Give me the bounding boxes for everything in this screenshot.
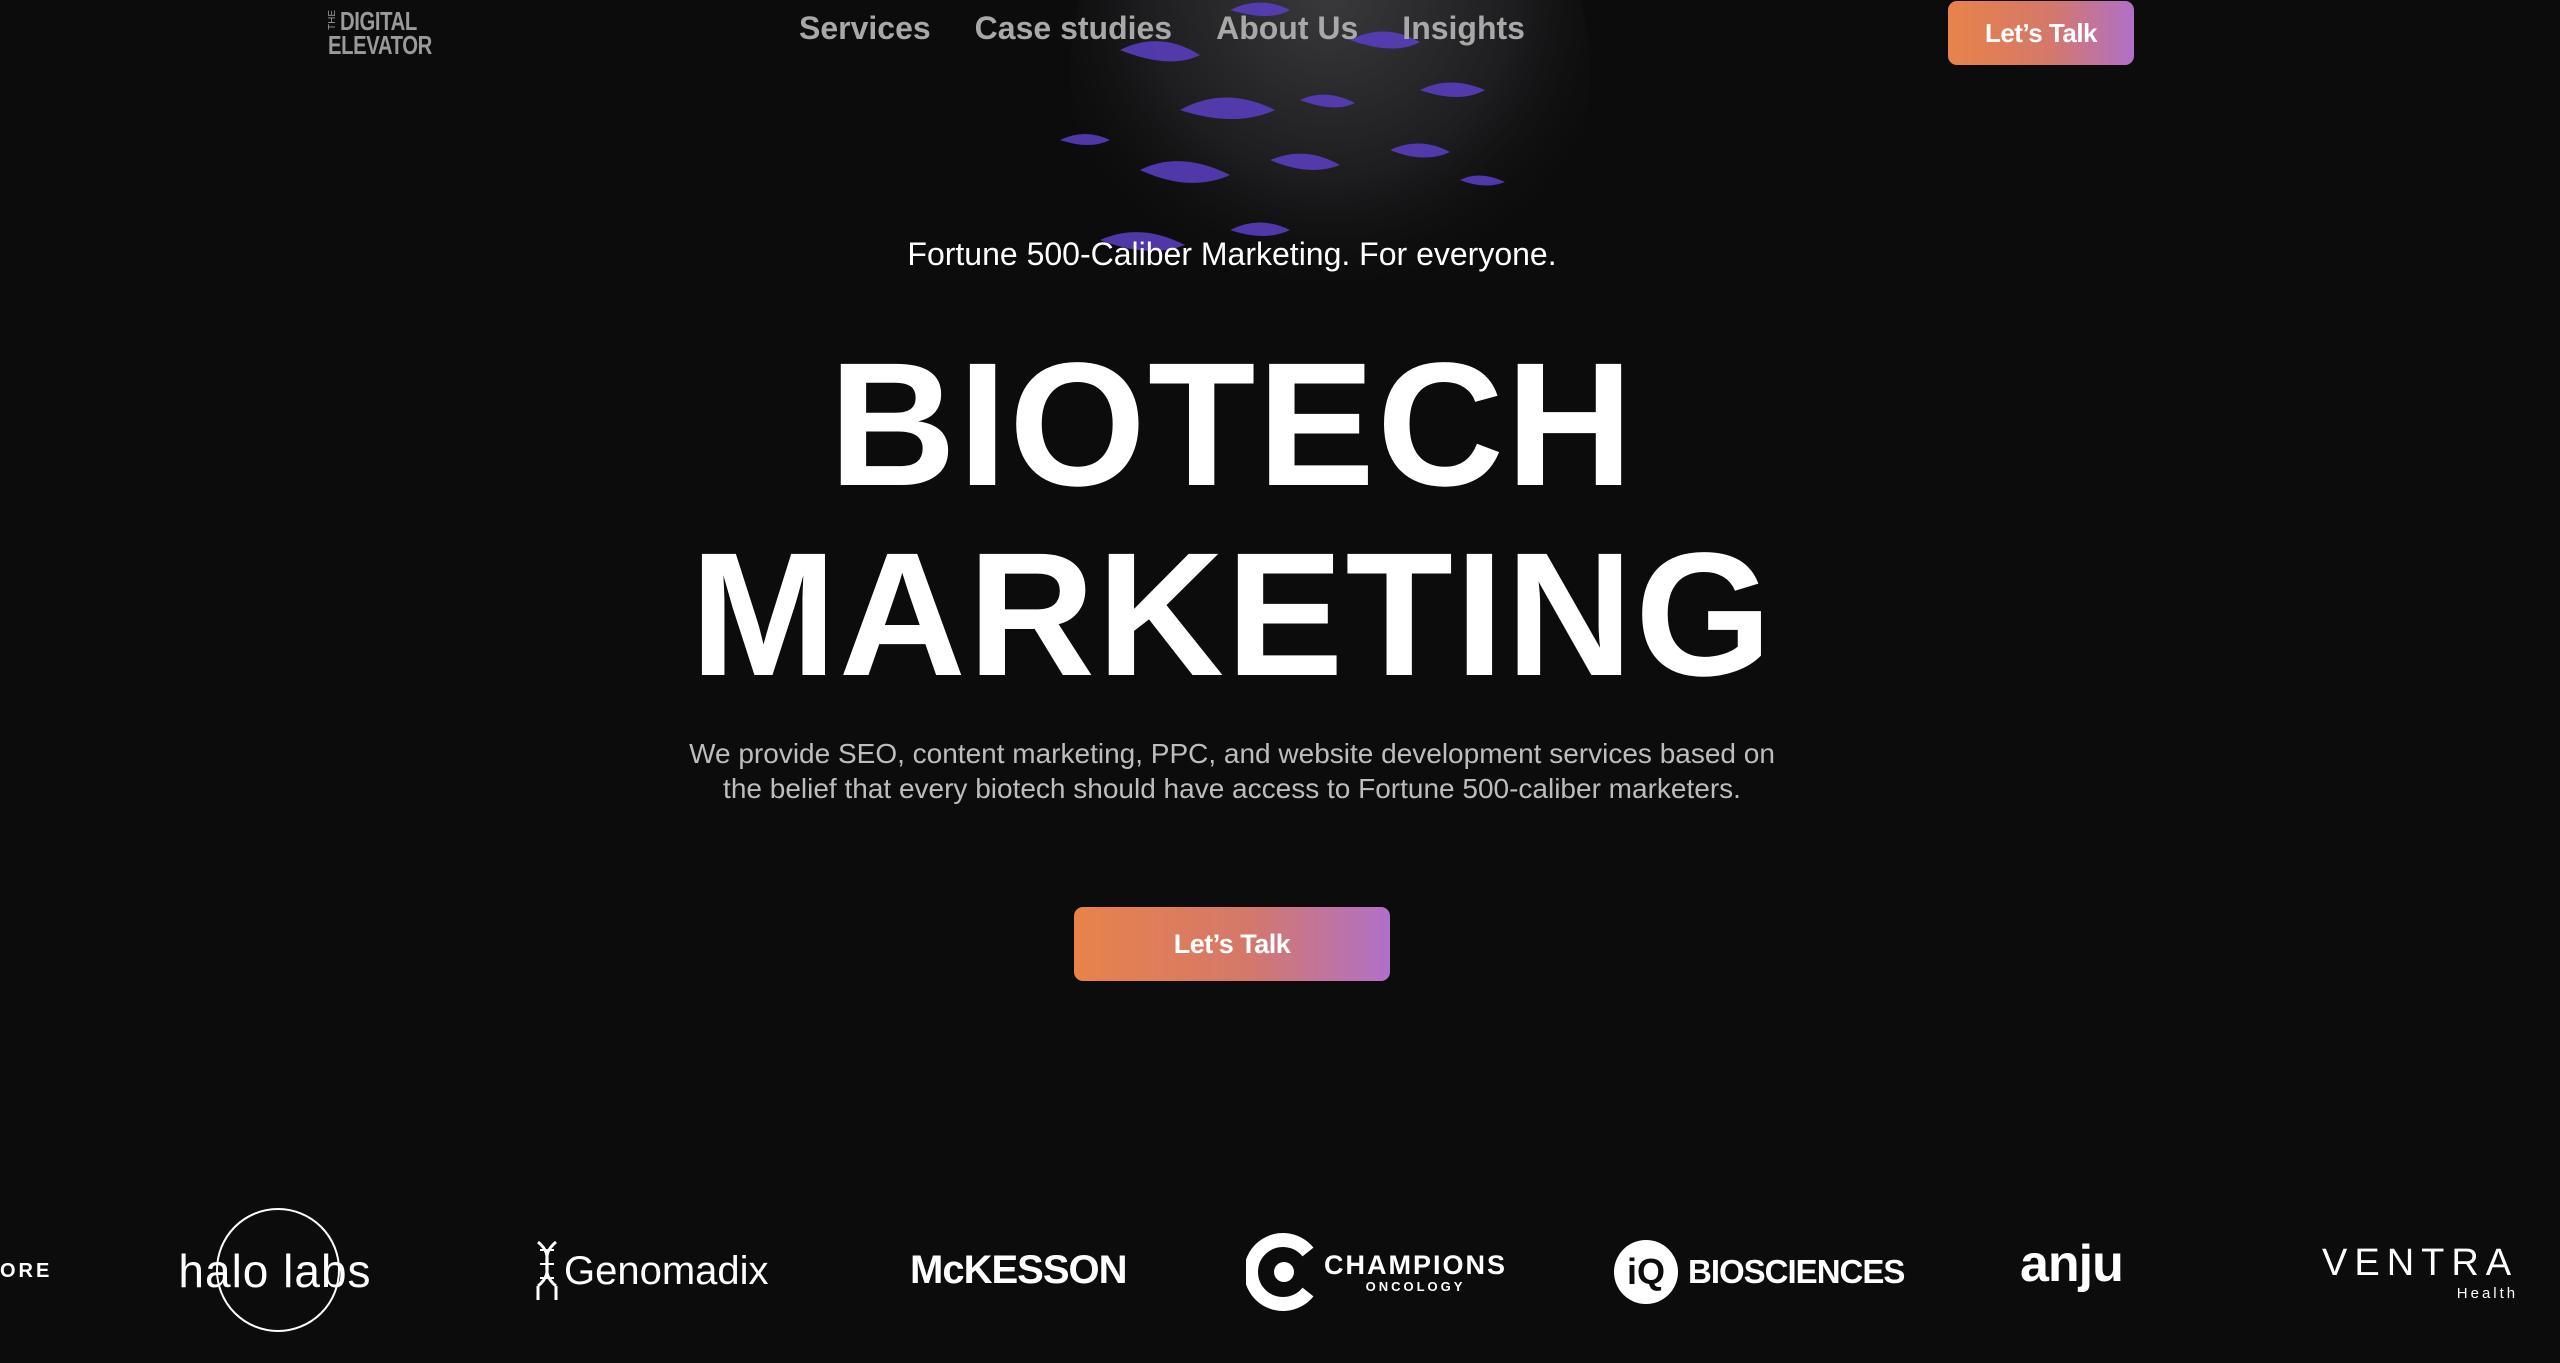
client-logo-partial: ORE	[0, 1260, 53, 1282]
hero-tagline: Fortune 500-Caliber Marketing. For every…	[907, 236, 1557, 272]
client-logo-champions-oncology: CHAMPIONS ONCOLOGY	[1246, 1232, 1507, 1312]
nav-insights[interactable]: Insights	[1402, 10, 1525, 47]
nav-about-us[interactable]: About Us	[1216, 10, 1358, 47]
headline-line-2: MARKETING	[690, 517, 1774, 713]
logo-the: THE	[327, 10, 338, 30]
champions-text: CHAMPIONS ONCOLOGY	[1324, 1250, 1507, 1294]
hero-sculpture-image	[1000, 0, 1680, 380]
hero-description: We provide SEO, content marketing, PPC, …	[689, 738, 1775, 804]
halo-labs-text: halo labs	[178, 1245, 372, 1297]
site-logo[interactable]: THEDIGITAL ELEVATOR	[327, 8, 461, 60]
iq-biosciences-text: BIOSCIENCES	[1688, 1253, 1905, 1290]
client-logo-anju: anju	[2020, 1235, 2124, 1293]
client-logo-mckesson: McKESSON	[910, 1248, 1127, 1292]
client-logo-ventra-health: VENTRA Health	[2322, 1242, 2518, 1302]
champions-sub-text: ONCOLOGY	[1365, 1279, 1466, 1294]
client-logo-genomadix: Genomadix	[530, 1240, 769, 1302]
client-logo-iq-biosciences: iQ BIOSCIENCES	[1614, 1240, 1905, 1304]
iq-badge-icon: iQ	[1614, 1240, 1678, 1304]
main-nav: Services Case studies About Us Insights	[799, 10, 1525, 47]
hero-headline: BIOTECH MARKETING	[0, 330, 2464, 710]
genomadix-text: Genomadix	[564, 1248, 769, 1293]
hero-lets-talk-button[interactable]: Let’s Talk	[1074, 907, 1390, 981]
ventra-main-text: VENTRA	[2322, 1242, 2519, 1284]
ventra-sub-text: Health	[2456, 1285, 2519, 1302]
nav-services[interactable]: Services	[799, 10, 931, 47]
header-lets-talk-button[interactable]: Let’s Talk	[1948, 1, 2134, 65]
dna-helix-icon	[536, 1240, 558, 1300]
champions-main-text: CHAMPIONS	[1324, 1250, 1508, 1280]
client-logo-halo-labs: halo labs	[170, 1208, 380, 1334]
champions-c-icon	[1246, 1233, 1314, 1311]
page: THEDIGITAL ELEVATOR Services Case studie…	[0, 0, 2560, 1363]
headline-line-1: BIOTECH	[829, 327, 1635, 523]
nav-case-studies[interactable]: Case studies	[975, 10, 1172, 47]
client-logo-strip: ORE halo labs Genomadix McKESSON CHAMPIO…	[0, 1200, 2560, 1340]
logo-line-2: ELEVATOR	[328, 30, 432, 60]
